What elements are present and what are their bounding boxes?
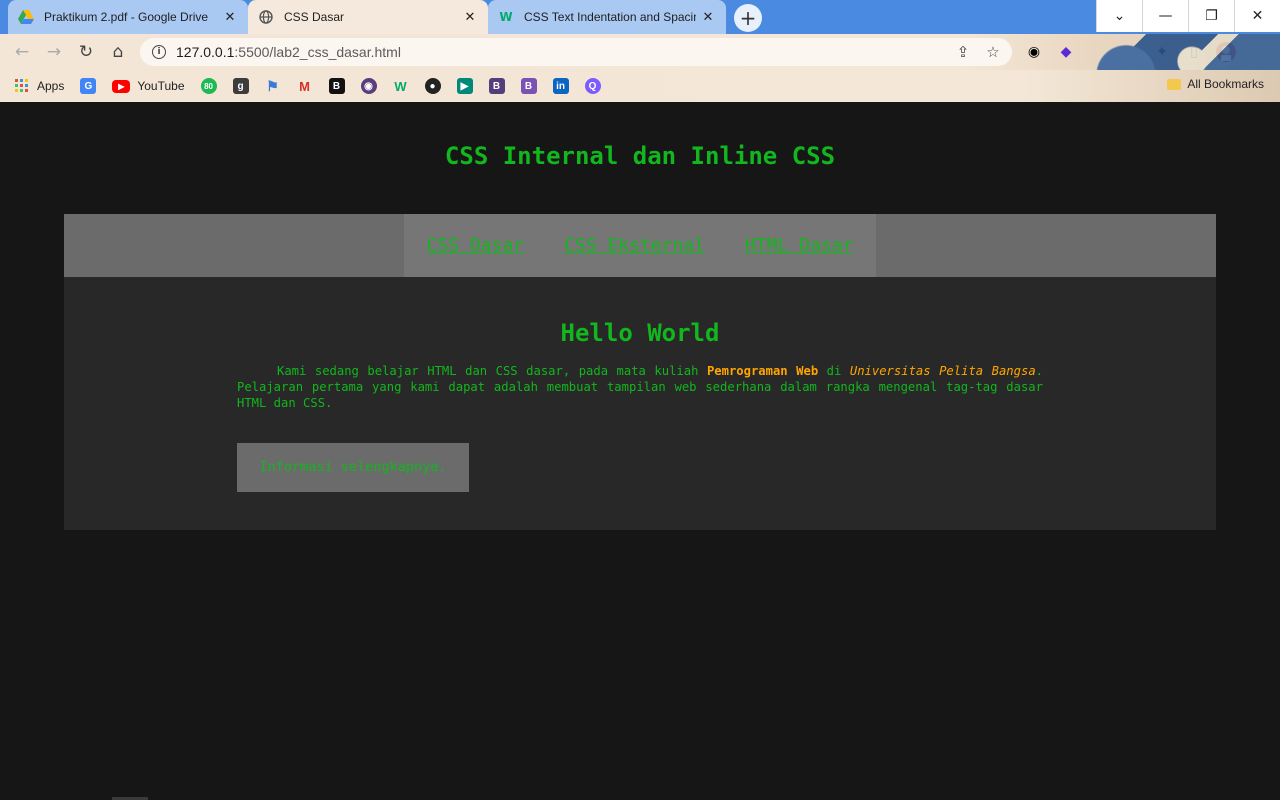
bootstrap-icon: B bbox=[520, 78, 537, 94]
close-window-button[interactable]: ✕ bbox=[1234, 0, 1280, 32]
back-button[interactable]: ← bbox=[10, 40, 34, 64]
tab-google-drive[interactable]: Praktikum 2.pdf - Google Drive ✕ bbox=[8, 0, 248, 34]
bookmark-w-icon: W bbox=[394, 78, 407, 94]
bookmark-g[interactable]: g bbox=[232, 78, 249, 94]
bookmark-g-icon: g bbox=[232, 78, 249, 94]
web-page: CSS Internal dan Inline CSS CSS Dasar CS… bbox=[0, 102, 1280, 800]
google-meet-icon: ▶ bbox=[456, 78, 473, 94]
main-container: CSS Dasar CSS Eksternal HTML Dasar Hello… bbox=[64, 214, 1216, 530]
new-tab-button[interactable]: + bbox=[734, 4, 762, 32]
reload-button[interactable]: ↻ bbox=[74, 40, 98, 64]
bookmark-owl[interactable]: ◉ bbox=[360, 78, 377, 94]
google-drive-icon bbox=[18, 9, 34, 25]
youtube-icon: ▶ bbox=[112, 79, 131, 93]
content-area: Hello World Kami sedang belajar HTML dan… bbox=[237, 277, 1043, 492]
tab-w3schools[interactable]: W CSS Text Indentation and Spacing ✕ bbox=[488, 0, 726, 34]
nav-link-html-dasar[interactable]: HTML Dasar bbox=[745, 235, 853, 256]
restore-button[interactable]: ❐ bbox=[1188, 0, 1234, 32]
bookmark-owl-icon: ◉ bbox=[360, 78, 377, 94]
google-translate-icon: G bbox=[80, 78, 97, 94]
bookmark-label: YouTube bbox=[137, 79, 185, 93]
all-bookmarks-button[interactable]: All Bookmarks bbox=[1167, 77, 1264, 91]
apps-grid-icon bbox=[14, 78, 30, 94]
tab-css-dasar[interactable]: CSS Dasar ✕ bbox=[248, 0, 488, 34]
nav-links: CSS Dasar CSS Eksternal HTML Dasar bbox=[404, 214, 876, 277]
url-path: :5500/lab2_css_dasar.html bbox=[234, 44, 401, 60]
bookmark-star-icon[interactable]: ☆ bbox=[982, 41, 1004, 63]
home-button[interactable]: ⌂ bbox=[106, 40, 130, 64]
tab-search-button[interactable]: ⌄ bbox=[1096, 0, 1142, 32]
bookmarks-bar: Apps G ▶ YouTube 80 g ⚑ M B ◉ W ● ▶ B B … bbox=[0, 70, 1280, 102]
site-info-icon[interactable]: i bbox=[152, 45, 166, 59]
bookmark-gmail[interactable]: M bbox=[297, 78, 313, 94]
record-extension-icon[interactable]: ◉ bbox=[1024, 42, 1044, 62]
bookmark-w[interactable]: W bbox=[393, 78, 409, 94]
hello-heading: Hello World bbox=[560, 319, 720, 347]
github-icon: ● bbox=[424, 78, 441, 94]
bookmark-b-purple-icon: B bbox=[488, 78, 505, 94]
address-bar[interactable]: i 127.0.0.1:5500/lab2_css_dasar.html ⇪ ☆ bbox=[140, 38, 1012, 66]
university-name: Universitas Pelita Bangsa bbox=[849, 364, 1036, 378]
bookmark-apps[interactable]: Apps bbox=[14, 78, 64, 94]
linkedin-icon: in bbox=[552, 78, 569, 94]
forward-button[interactable]: → bbox=[42, 40, 66, 64]
close-tab-icon[interactable]: ✕ bbox=[462, 9, 478, 25]
navbar: CSS Dasar CSS Eksternal HTML Dasar bbox=[64, 214, 1216, 277]
globe-icon bbox=[258, 9, 274, 25]
more-info-button[interactable]: Informasi selengkapnya. bbox=[237, 443, 469, 492]
minimize-button[interactable]: — bbox=[1142, 0, 1188, 32]
para-text: Kami sedang belajar HTML dan CSS dasar, … bbox=[277, 364, 707, 378]
window-controls: ⌄ — ❐ ✕ bbox=[1096, 0, 1280, 34]
tab-label: Praktikum 2.pdf - Google Drive bbox=[44, 10, 209, 24]
nav-link-css-eksternal[interactable]: CSS Eksternal bbox=[564, 235, 705, 256]
bookmark-b-black[interactable]: B bbox=[328, 78, 345, 94]
folder-icon bbox=[1167, 78, 1182, 90]
bookmark-bootstrap[interactable]: B bbox=[520, 78, 537, 94]
page-title: CSS Internal dan Inline CSS bbox=[444, 142, 836, 170]
intro-paragraph: Kami sedang belajar HTML dan CSS dasar, … bbox=[237, 363, 1043, 411]
bookmark-label: Apps bbox=[37, 79, 65, 93]
bookmark-meet[interactable]: ▶ bbox=[456, 78, 473, 94]
url-text[interactable]: 127.0.0.1:5500/lab2_css_dasar.html bbox=[176, 44, 952, 60]
w3schools-icon: W bbox=[499, 10, 513, 24]
bookmark-b-black-icon: B bbox=[328, 78, 345, 94]
bookmark-youtube[interactable]: ▶ YouTube bbox=[112, 79, 185, 93]
bookmark-b-purple[interactable]: B bbox=[488, 78, 505, 94]
nav-link-css-dasar[interactable]: CSS Dasar bbox=[427, 235, 525, 256]
close-tab-icon[interactable]: ✕ bbox=[700, 9, 716, 25]
bookmark-q-icon: Q bbox=[584, 78, 601, 94]
gmail-icon: M bbox=[299, 78, 310, 94]
bookmark-github[interactable]: ● bbox=[424, 78, 441, 94]
bookmark-80[interactable]: 80 bbox=[200, 78, 217, 94]
url-host: 127.0.0.1 bbox=[176, 44, 235, 60]
bookmark-q[interactable]: Q bbox=[584, 78, 601, 94]
course-name: Pemrograman Web bbox=[706, 364, 819, 378]
para-text: di bbox=[818, 364, 850, 378]
all-bookmarks-label: All Bookmarks bbox=[1187, 77, 1264, 91]
bookmark-flag[interactable]: ⚑ bbox=[265, 78, 281, 94]
tab-label: CSS Dasar bbox=[284, 10, 345, 24]
bookmark-translate[interactable]: G bbox=[80, 78, 97, 94]
bookmark-80-icon: 80 bbox=[200, 78, 217, 94]
tab-strip: Praktikum 2.pdf - Google Drive ✕ CSS Das… bbox=[0, 0, 1280, 34]
bookmark-flag-icon: ⚑ bbox=[266, 77, 279, 94]
share-icon[interactable]: ⇪ bbox=[952, 41, 974, 63]
close-tab-icon[interactable]: ✕ bbox=[222, 9, 238, 25]
bookmark-linkedin[interactable]: in bbox=[552, 78, 569, 94]
tab-label: CSS Text Indentation and Spacing bbox=[524, 10, 696, 24]
